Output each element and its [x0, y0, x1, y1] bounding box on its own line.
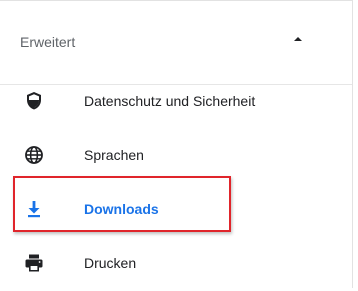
download-icon [22, 197, 46, 221]
sidebar-item-label: Downloads [84, 201, 159, 217]
printer-icon [22, 251, 46, 275]
globe-icon [22, 143, 46, 167]
sidebar-item-print[interactable]: Drucken [0, 235, 352, 291]
sidebar-item-languages[interactable]: Sprachen [0, 127, 352, 183]
settings-sidebar: Erweitert Datenschutz und Sicherheit Spr… [0, 0, 353, 288]
triangle-up-icon[interactable] [294, 37, 302, 41]
sidebar-item-label: Datenschutz und Sicherheit [84, 93, 256, 109]
sidebar-item-downloads[interactable]: Downloads [0, 181, 352, 237]
sidebar-item-privacy[interactable]: Datenschutz und Sicherheit [0, 73, 352, 129]
sidebar-item-label: Drucken [84, 255, 137, 271]
sidebar-item-label: Sprachen [84, 147, 144, 163]
section-title: Erweitert [20, 34, 76, 50]
shield-icon [22, 89, 46, 113]
